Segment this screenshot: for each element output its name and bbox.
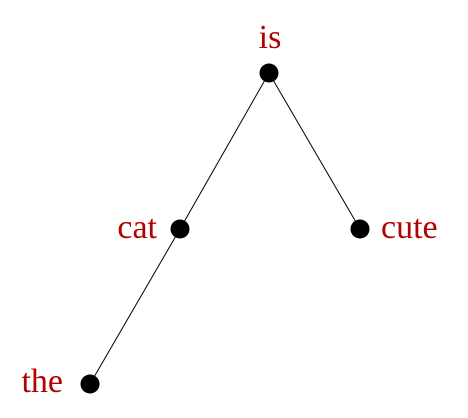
tree-label-cat: cat	[117, 209, 157, 246]
tree-node-cat	[170, 219, 190, 239]
dependency-tree-diagram: is cat cute the	[21, 19, 438, 400]
tree-node-cute	[350, 219, 370, 239]
tree-edge-cat-the	[89, 228, 181, 385]
tree-node-the	[80, 374, 100, 394]
tree-edge-is-cute	[268, 72, 361, 230]
tree-label-cute: cute	[381, 209, 438, 246]
tree-label-is: is	[259, 19, 282, 56]
tree-label-the: the	[21, 363, 63, 400]
tree-edge-is-cat	[179, 72, 270, 230]
tree-node-is	[259, 63, 279, 83]
